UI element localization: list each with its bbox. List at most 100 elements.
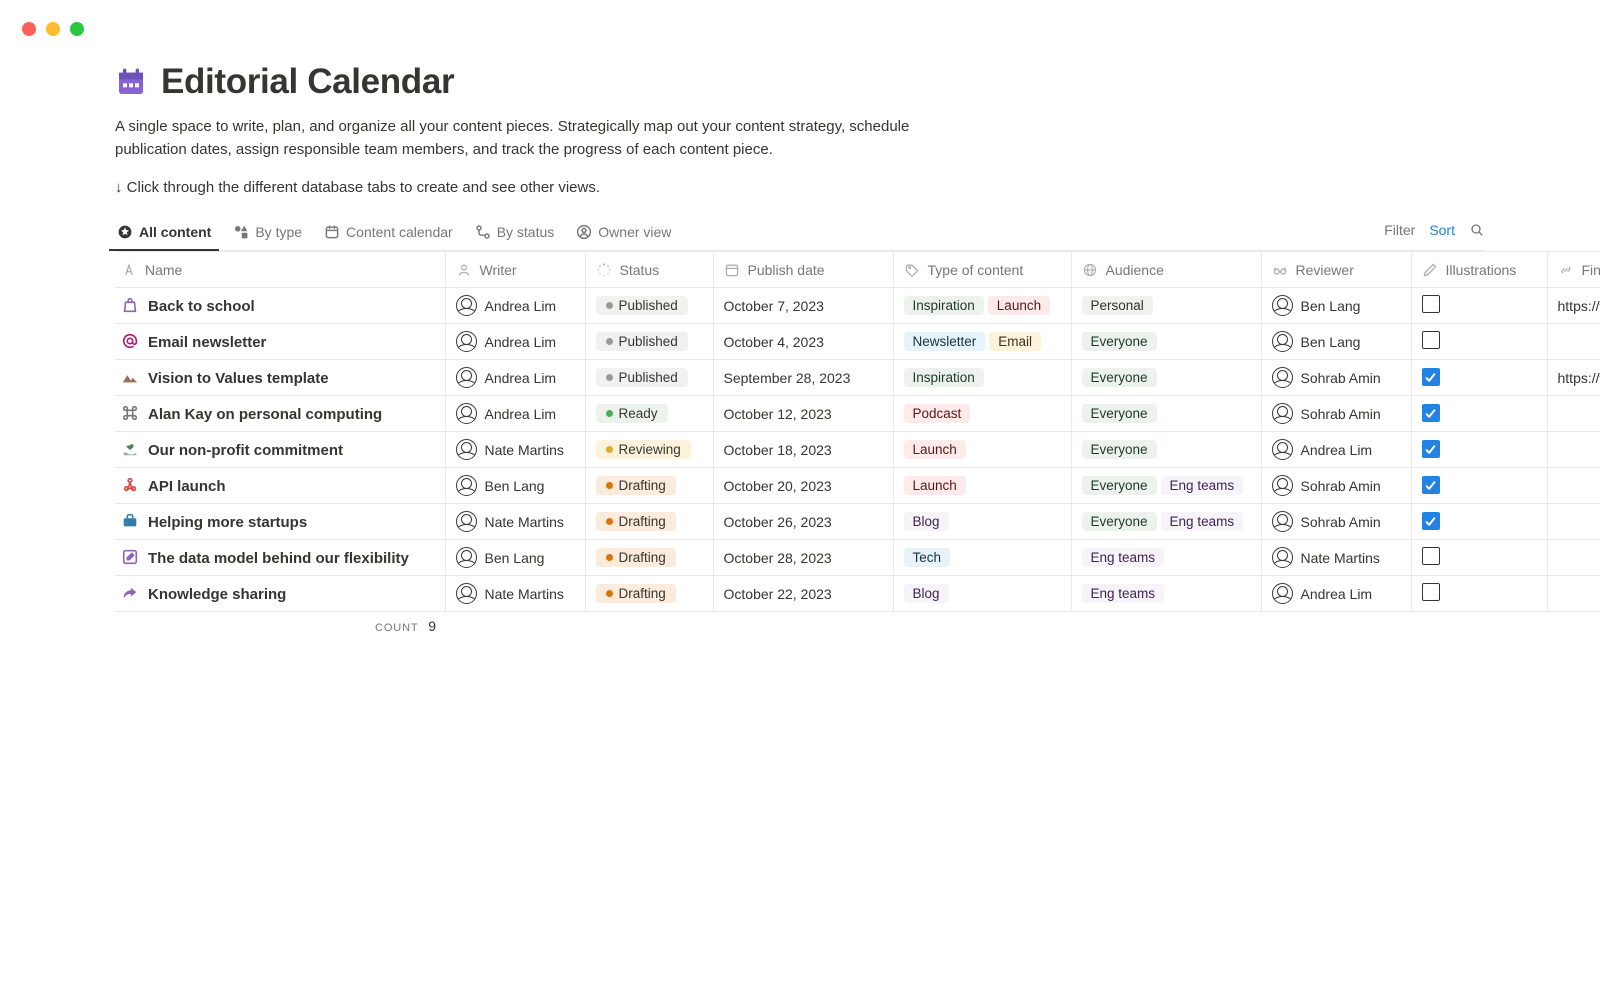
cell-date[interactable]: October 4, 2023 (713, 324, 893, 360)
audience-tag[interactable]: Everyone (1082, 512, 1157, 531)
checkbox[interactable] (1422, 404, 1440, 422)
cell-final[interactable] (1547, 396, 1600, 432)
cell-final[interactable]: https://w (1547, 360, 1600, 396)
cell-audience[interactable]: Everyone (1071, 396, 1261, 432)
cell-name[interactable]: The data model behind our flexibility (115, 540, 445, 576)
column-status[interactable]: Status (585, 252, 713, 288)
cell-audience[interactable]: Eng teams (1071, 576, 1261, 612)
audience-tag[interactable]: Everyone (1082, 440, 1157, 459)
cell-writer[interactable]: Nate Martins (445, 432, 585, 468)
cell-writer[interactable]: Andrea Lim (445, 288, 585, 324)
cell-name[interactable]: API launch (115, 468, 445, 504)
type-tag[interactable]: Blog (904, 512, 949, 531)
cell-illustrations[interactable] (1411, 324, 1547, 360)
cell-type[interactable]: Inspiration (893, 360, 1071, 396)
audience-tag[interactable]: Eng teams (1161, 512, 1244, 531)
cell-reviewer[interactable]: Ben Lang (1261, 324, 1411, 360)
checkbox[interactable] (1422, 476, 1440, 494)
type-tag[interactable]: Blog (904, 584, 949, 603)
cell-name[interactable]: Helping more startups (115, 504, 445, 540)
page-description[interactable]: A single space to write, plan, and organ… (115, 116, 915, 161)
type-tag[interactable]: Inspiration (904, 296, 984, 315)
tab-all-content[interactable]: All content (115, 218, 213, 250)
cell-date[interactable]: October 20, 2023 (713, 468, 893, 504)
checkbox[interactable] (1422, 440, 1440, 458)
tab-by-type[interactable]: By type (231, 218, 304, 250)
audience-tag[interactable]: Personal (1082, 296, 1153, 315)
table-row[interactable]: Back to schoolAndrea LimPublishedOctober… (115, 288, 1600, 324)
cell-name[interactable]: Knowledge sharing (115, 576, 445, 612)
cell-name[interactable]: Our non-profit commitment (115, 432, 445, 468)
cell-status[interactable]: Published (585, 360, 713, 396)
column-audience[interactable]: Audience (1071, 252, 1261, 288)
cell-reviewer[interactable]: Andrea Lim (1261, 432, 1411, 468)
type-tag[interactable]: Tech (904, 548, 951, 567)
audience-tag[interactable]: Eng teams (1161, 476, 1244, 495)
cell-status[interactable]: Drafting (585, 468, 713, 504)
cell-name[interactable]: Email newsletter (115, 324, 445, 360)
cell-status[interactable]: Published (585, 324, 713, 360)
type-tag[interactable]: Inspiration (904, 368, 984, 387)
column-publish-date[interactable]: Publish date (713, 252, 893, 288)
table-row[interactable]: Helping more startupsNate MartinsDraftin… (115, 504, 1600, 540)
cell-status[interactable]: Ready (585, 396, 713, 432)
type-tag[interactable]: Launch (904, 440, 966, 459)
cell-writer[interactable]: Andrea Lim (445, 396, 585, 432)
cell-date[interactable]: October 7, 2023 (713, 288, 893, 324)
cell-date[interactable]: October 12, 2023 (713, 396, 893, 432)
table-row[interactable]: Email newsletterAndrea LimPublishedOctob… (115, 324, 1600, 360)
checkbox[interactable] (1422, 368, 1440, 386)
search-button[interactable] (1469, 222, 1485, 238)
cell-writer[interactable]: Nate Martins (445, 504, 585, 540)
cell-status[interactable]: Drafting (585, 504, 713, 540)
checkbox[interactable] (1422, 331, 1440, 349)
cell-illustrations[interactable] (1411, 360, 1547, 396)
cell-date[interactable]: October 28, 2023 (713, 540, 893, 576)
cell-final[interactable] (1547, 324, 1600, 360)
cell-date[interactable]: October 26, 2023 (713, 504, 893, 540)
table-row[interactable]: Vision to Values templateAndrea LimPubli… (115, 360, 1600, 396)
cell-reviewer[interactable]: Sohrab Amin (1261, 468, 1411, 504)
cell-type[interactable]: Launch (893, 432, 1071, 468)
cell-illustrations[interactable] (1411, 288, 1547, 324)
column-name[interactable]: Name (115, 252, 445, 288)
cell-writer[interactable]: Nate Martins (445, 576, 585, 612)
close-window-icon[interactable] (22, 22, 36, 36)
cell-audience[interactable]: Personal (1071, 288, 1261, 324)
cell-name[interactable]: Alan Kay on personal computing (115, 396, 445, 432)
cell-name[interactable]: Back to school (115, 288, 445, 324)
cell-final[interactable] (1547, 576, 1600, 612)
cell-writer[interactable]: Andrea Lim (445, 360, 585, 396)
cell-reviewer[interactable]: Sohrab Amin (1261, 360, 1411, 396)
cell-status[interactable]: Drafting (585, 576, 713, 612)
column-illustrations[interactable]: Illustrations (1411, 252, 1547, 288)
audience-tag[interactable]: Everyone (1082, 404, 1157, 423)
audience-tag[interactable]: Eng teams (1082, 584, 1165, 603)
audience-tag[interactable]: Everyone (1082, 332, 1157, 351)
cell-type[interactable]: Blog (893, 504, 1071, 540)
cell-reviewer[interactable]: Ben Lang (1261, 288, 1411, 324)
cell-reviewer[interactable]: Sohrab Amin (1261, 504, 1411, 540)
cell-illustrations[interactable] (1411, 576, 1547, 612)
cell-status[interactable]: Published (585, 288, 713, 324)
tab-owner-view[interactable]: Owner view (574, 218, 673, 250)
cell-final[interactable] (1547, 468, 1600, 504)
cell-name[interactable]: Vision to Values template (115, 360, 445, 396)
checkbox[interactable] (1422, 512, 1440, 530)
table-row[interactable]: Alan Kay on personal computingAndrea Lim… (115, 396, 1600, 432)
cell-type[interactable]: Launch (893, 468, 1071, 504)
column-type-of-content[interactable]: Type of content (893, 252, 1071, 288)
cell-reviewer[interactable]: Nate Martins (1261, 540, 1411, 576)
table-row[interactable]: API launchBen LangDraftingOctober 20, 20… (115, 468, 1600, 504)
cell-audience[interactable]: Everyone (1071, 360, 1261, 396)
checkbox[interactable] (1422, 295, 1440, 313)
cell-writer[interactable]: Ben Lang (445, 540, 585, 576)
column-writer[interactable]: Writer (445, 252, 585, 288)
cell-illustrations[interactable] (1411, 504, 1547, 540)
cell-final[interactable] (1547, 504, 1600, 540)
minimize-window-icon[interactable] (46, 22, 60, 36)
cell-status[interactable]: Drafting (585, 540, 713, 576)
cell-final[interactable] (1547, 540, 1600, 576)
table-row[interactable]: The data model behind our flexibilityBen… (115, 540, 1600, 576)
cell-audience[interactable]: Everyone (1071, 324, 1261, 360)
